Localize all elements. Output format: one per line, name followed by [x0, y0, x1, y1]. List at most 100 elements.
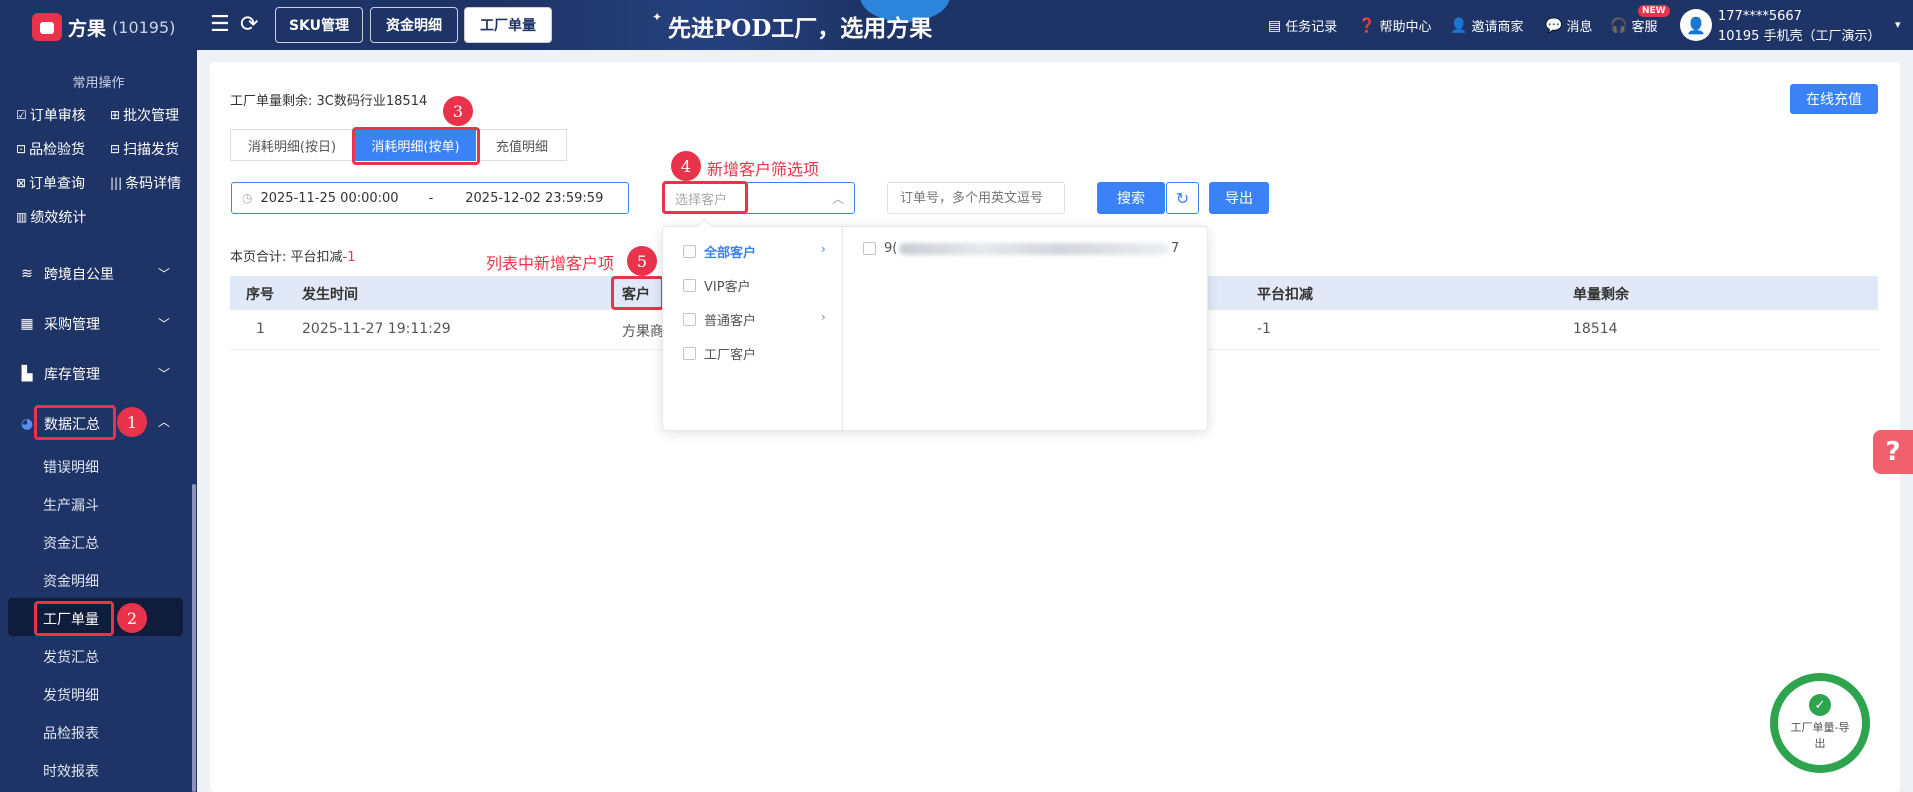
sidebar-item-error-details[interactable]: 错误明细: [43, 457, 99, 477]
chevron-down-icon[interactable]: ▾: [1895, 18, 1901, 31]
export-button[interactable]: 导出: [1209, 182, 1269, 214]
option-vip-customers[interactable]: VIP客户: [683, 276, 751, 295]
option-factory-customers[interactable]: 工厂客户: [683, 344, 756, 363]
sidebar-item-production-funnel[interactable]: 生产漏斗: [43, 495, 99, 515]
menu-inventory-management[interactable]: ▙ 库存管理: [18, 364, 100, 384]
date-range-picker[interactable]: ◷ 2025-11-25 00:00:00 - 2025-12-02 23:59…: [231, 182, 629, 214]
quick-performance-stats[interactable]: ▥ 绩效统计: [16, 207, 86, 227]
help-icon: ❓: [1358, 17, 1376, 34]
quick-quality-check[interactable]: ⊡ 品检验货: [16, 139, 85, 159]
export-widget-label: 工厂单量-导出: [1790, 721, 1850, 750]
checkbox[interactable]: [683, 245, 696, 258]
tab-factory-volume[interactable]: 工厂单量: [464, 7, 552, 43]
sidebar-scrollbar[interactable]: [192, 484, 196, 792]
reset-button[interactable]: ↻: [1166, 182, 1199, 214]
annotation-box-customer-filter: [662, 181, 748, 214]
sparkle-icon: ✦: [652, 10, 663, 24]
blurred-customer-name: [899, 243, 1169, 255]
user-phone: 177****5667: [1718, 9, 1802, 24]
search-button[interactable]: 搜索: [1097, 182, 1165, 214]
date-start[interactable]: 2025-11-25 00:00:00: [260, 191, 398, 206]
cell-no: 1: [256, 321, 265, 337]
order-number-input[interactable]: [887, 182, 1065, 214]
new-badge: NEW: [1638, 5, 1670, 17]
user-avatar[interactable]: 👤: [1680, 9, 1712, 41]
message-icon: 💬: [1545, 17, 1563, 34]
top-bar: 方果 (10195) ☰ ⟳ SKU管理 资金明细 工厂单量 ✦ 先进POD工厂…: [0, 0, 1913, 50]
remain-summary: 工厂单量剩余: 3C数码行业18514: [230, 94, 428, 109]
annotation-number-3: 3: [443, 96, 473, 126]
quick-order-review[interactable]: ☑ 订单审核: [16, 105, 86, 125]
quick-barcode-details[interactable]: ||| 条码详情: [110, 173, 181, 193]
chevron-down-icon[interactable]: ﹀: [158, 265, 170, 282]
checkbox[interactable]: [683, 279, 696, 292]
barcode-icon: |||: [110, 176, 123, 190]
annotation-text-customer-filter: 新增客户筛选项: [707, 160, 820, 179]
cell-remaining: 18514: [1573, 321, 1618, 337]
help-float-button[interactable]: ?: [1873, 430, 1913, 474]
customer-name-suffix: 7: [1171, 241, 1180, 256]
tab-fund-details[interactable]: 资金明细: [370, 7, 458, 43]
refresh-icon: ↻: [1175, 188, 1190, 208]
online-recharge-button[interactable]: 在线充值: [1790, 84, 1878, 114]
headset-icon: 🎧: [1610, 17, 1628, 34]
checkbox[interactable]: [683, 313, 696, 326]
date-separator: -: [428, 190, 434, 206]
menu-cross-border[interactable]: ≋ 跨境自公里: [18, 264, 114, 284]
menu-toggle-icon[interactable]: ☰: [210, 12, 230, 37]
brand-logo[interactable]: 方果 (10195): [32, 13, 175, 41]
quick-order-query[interactable]: ⊠ 订单查询: [16, 173, 85, 193]
annotation-number-1: 1: [117, 407, 147, 437]
col-header-time: 发生时间: [302, 287, 358, 303]
inspect-icon: ⊡: [16, 142, 27, 156]
quick-scan-ship[interactable]: ⊟ 扫描发货: [110, 139, 179, 159]
checkbox[interactable]: [863, 242, 876, 255]
inventory-icon: ▙: [21, 366, 33, 382]
batch-icon: ⊞: [110, 108, 121, 122]
customer-service-link[interactable]: 🎧 客服: [1610, 16, 1657, 36]
customer-category-column: 全部客户 › VIP客户 普通客户 › 工厂客户: [663, 227, 843, 430]
annotation-box-data-summary: [34, 405, 116, 440]
sidebar-item-quality-report[interactable]: 品检报表: [43, 723, 99, 743]
chevron-down-icon[interactable]: ﹀: [158, 365, 170, 382]
menu-purchase-management[interactable]: ▦ 采购管理: [18, 314, 100, 334]
sidebar-item-timeliness-report[interactable]: 时效报表: [43, 761, 99, 781]
chevron-right-icon[interactable]: ›: [821, 242, 826, 256]
question-icon: ?: [1885, 437, 1901, 467]
summary-value: -1: [342, 250, 356, 265]
tab-recharge-details[interactable]: 充值明细: [477, 129, 567, 161]
brand-id: (10195): [112, 17, 176, 37]
tab-consumption-by-day[interactable]: 消耗明细(按日): [230, 129, 354, 161]
sidebar-item-fund-summary[interactable]: 资金汇总: [43, 533, 99, 553]
invite-merchant-link[interactable]: 👤 邀请商家: [1450, 16, 1523, 36]
customer-dropdown: 全部客户 › VIP客户 普通客户 › 工厂客户 9( 7: [662, 226, 1208, 431]
chevron-up-icon: ︿: [831, 192, 844, 206]
option-all-customers[interactable]: 全部客户: [683, 242, 756, 261]
chevron-right-icon[interactable]: ›: [821, 310, 826, 324]
task-records-link[interactable]: ▤ 任务记录: [1268, 16, 1337, 36]
sidebar-item-shipping-details[interactable]: 发货明细: [43, 685, 99, 705]
col-header-remaining: 单量剩余: [1573, 287, 1629, 303]
slogan: 先进POD工厂，选用方果: [668, 15, 933, 42]
chevron-down-icon[interactable]: ﹀: [158, 315, 170, 332]
search-doc-icon: ⊠: [16, 176, 27, 190]
cross-border-icon: ≋: [21, 266, 33, 282]
help-center-link[interactable]: ❓ 帮助中心: [1358, 16, 1431, 36]
checkbox[interactable]: [683, 347, 696, 360]
brand-logo-icon: [32, 13, 62, 41]
export-progress-widget[interactable]: ✓ 工厂单量-导出: [1770, 673, 1870, 773]
option-regular-customers[interactable]: 普通客户: [683, 310, 756, 329]
quick-batch-management[interactable]: ⊞ 批次管理: [110, 105, 179, 125]
option-customer-item[interactable]: 9(: [863, 241, 897, 256]
refresh-icon[interactable]: ⟳: [240, 12, 258, 37]
messages-link[interactable]: 💬 消息: [1545, 16, 1592, 36]
sidebar-item-fund-details[interactable]: 资金明细: [43, 571, 99, 591]
user-org: 10195 手机壳（工厂演示）: [1718, 29, 1881, 44]
date-end[interactable]: 2025-12-02 23:59:59: [465, 191, 603, 206]
user-icon: 👤: [1686, 15, 1706, 35]
chevron-up-icon[interactable]: ︿: [158, 413, 170, 430]
customer-list-column: 9( 7: [863, 227, 1203, 267]
sidebar-item-shipping-summary[interactable]: 发货汇总: [43, 647, 99, 667]
store-icon: ▦: [20, 316, 34, 332]
tab-sku-management[interactable]: SKU管理: [275, 7, 363, 43]
